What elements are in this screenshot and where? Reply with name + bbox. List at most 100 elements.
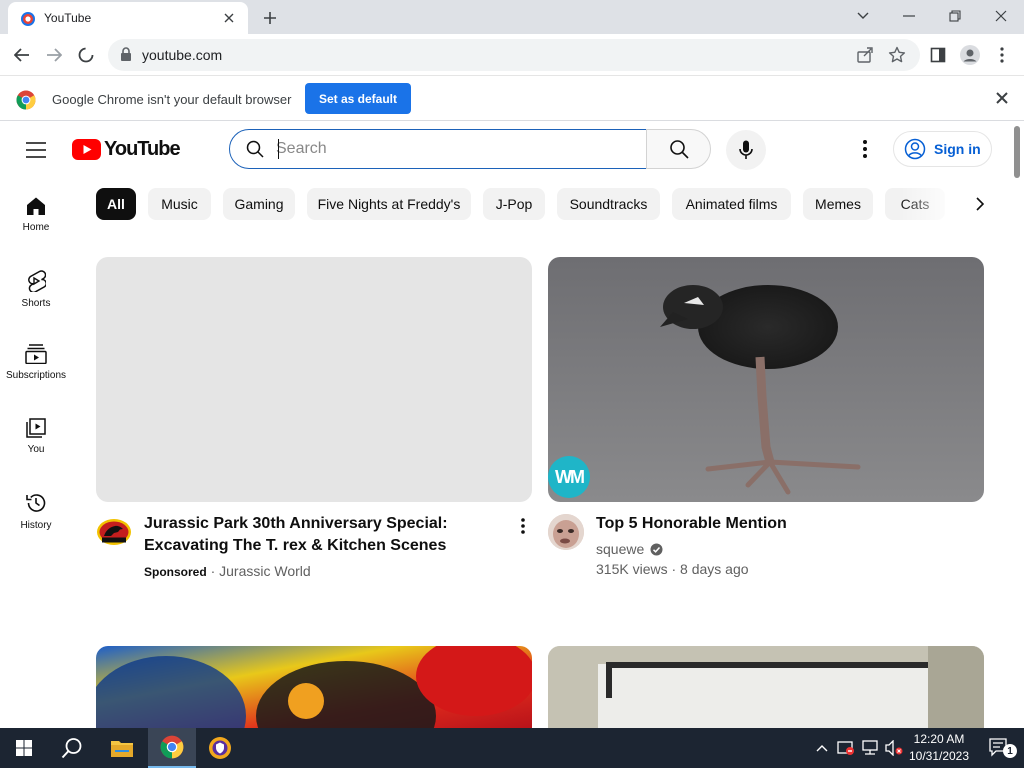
action-center-icon[interactable]: 1 [976,728,1024,768]
browser-toolbar: youtube.com [0,34,1024,76]
guide-sidebar: Home Shorts Subscriptions You History [0,178,72,728]
meta-separator: · [210,563,220,579]
tray-network-icon[interactable] [858,728,882,768]
video-thumbnail-colorful[interactable] [96,646,532,728]
guide-item-history[interactable]: History [0,474,72,544]
taskbar-search-icon[interactable] [48,728,96,768]
chip-gaming[interactable]: Gaming [223,188,295,220]
back-button[interactable] [8,41,36,69]
side-panel-icon[interactable] [924,41,952,69]
guide-label-history: History [20,520,52,531]
chip-soundtracks[interactable]: Soundtracks [557,188,660,220]
address-bar[interactable]: youtube.com [108,39,920,71]
default-browser-infobar: Google Chrome isn't your default browser… [0,77,1024,121]
chip-five-nights[interactable]: Five Nights at Freddy's [307,188,471,220]
restore-button[interactable] [932,0,978,32]
youtube-play-logo-icon [72,139,101,160]
sponsor-channel-name[interactable]: Jurassic World [219,563,311,579]
video-thumbnail-bird[interactable] [548,257,984,502]
file-explorer-icon[interactable] [98,728,146,768]
settings-more-icon[interactable] [850,134,880,164]
history-icon [26,494,46,512]
url-text[interactable]: youtube.com [142,47,222,63]
loading-stop-icon[interactable] [72,41,100,69]
search-button-icon [669,140,689,159]
view-count: 315K views [596,561,668,577]
chips-next-arrow-icon[interactable] [964,188,996,220]
tab-strip: YouTube [0,0,1024,34]
taskbar-clock[interactable]: 12:20 AM 10/31/2023 [908,731,970,765]
tab-search-icon[interactable] [840,0,886,32]
video-title-line-1[interactable]: Jurassic Park 30th Anniversary Special: [144,513,448,535]
channel-avatar-squewe[interactable] [548,514,584,550]
search-box[interactable] [229,129,647,169]
sign-in-button[interactable]: Sign in [893,131,992,167]
search-icon [246,140,264,158]
set-as-default-button[interactable]: Set as default [305,83,411,114]
verified-badge-icon [650,543,663,555]
video-title-line-2[interactable]: Excavating The T. rex & Kitchen Scenes [144,535,446,557]
windows-taskbar: 12:20 AM 10/31/2023 1 [0,728,1024,768]
guide-item-you[interactable]: You [0,400,72,470]
infobar-close-icon[interactable] [996,91,1008,109]
minimize-button[interactable] [886,0,932,32]
guide-label-home: Home [22,222,50,233]
youtube-favicon-icon [21,12,35,26]
clock-time: 12:20 AM [913,732,965,746]
chip-bar: All Music Gaming Five Nights at Freddy's… [96,188,996,220]
chrome-logo-icon [16,90,36,110]
youtube-wordmark: YouTube [104,138,181,160]
tray-security-icon[interactable] [834,728,858,768]
video-sponsored-meta: Sponsored · Jurassic World [144,563,311,579]
guide-label-subscriptions: Subscriptions [5,370,67,381]
tab-youtube[interactable]: YouTube [8,2,248,34]
channel-avatar-jurassic-world[interactable] [96,514,132,550]
notification-count-badge: 1 [1003,744,1017,758]
share-icon[interactable] [856,46,874,64]
voice-search-button[interactable] [726,130,766,170]
video-stats: 315K views · 8 days ago [596,561,749,577]
tray-volume-muted-icon[interactable] [882,728,906,768]
chip-music[interactable]: Music [148,188,211,220]
chrome-menu-icon[interactable] [988,41,1016,69]
upload-age: 8 days ago [680,561,749,577]
you-library-icon [26,418,46,438]
tab-close-icon[interactable] [220,9,238,27]
chip-memes[interactable]: Memes [803,188,873,220]
vpn-app-icon[interactable] [196,728,244,768]
hamburger-menu-icon[interactable] [20,134,52,166]
sponsored-label: Sponsored [144,565,207,579]
meta-separator: · [671,561,681,577]
guide-label-shorts: Shorts [21,298,51,309]
video-menu-icon[interactable] [515,516,531,536]
page-scrollbar[interactable] [1010,122,1024,728]
chip-jpop[interactable]: J-Pop [483,188,545,220]
close-window-button[interactable] [978,0,1024,32]
chip-all[interactable]: All [96,188,136,220]
watchmojo-badge: WM [548,456,590,498]
profile-avatar-icon[interactable] [956,41,984,69]
scrollbar-thumb[interactable] [1014,126,1020,178]
guide-item-home[interactable]: Home [0,178,72,248]
video-title[interactable]: Top 5 Honorable Mention [596,513,787,535]
bookmark-star-icon[interactable] [888,46,906,64]
video-thumbnail-placeholder[interactable] [96,257,532,502]
search-input[interactable] [276,136,636,162]
sign-in-label: Sign in [934,141,981,157]
chip-animated-films[interactable]: Animated films [672,188,791,220]
windows-start-icon[interactable] [0,728,48,768]
tray-chevron-up-icon[interactable] [810,728,834,768]
guide-item-shorts[interactable]: Shorts [0,252,72,322]
forward-button[interactable] [40,41,68,69]
new-tab-button[interactable] [258,6,282,30]
tab-title: YouTube [44,11,92,25]
video-thumbnail-screen[interactable] [548,646,984,728]
search-button[interactable] [646,129,711,169]
guide-item-subscriptions[interactable]: Subscriptions [0,326,72,396]
taskbar-chrome-icon[interactable] [148,728,196,768]
lock-icon [121,47,131,61]
youtube-logo[interactable]: YouTube [72,138,181,161]
guide-label-you: You [27,444,45,455]
channel-name[interactable]: squewe [596,541,644,557]
badge-text: WM [555,466,585,487]
